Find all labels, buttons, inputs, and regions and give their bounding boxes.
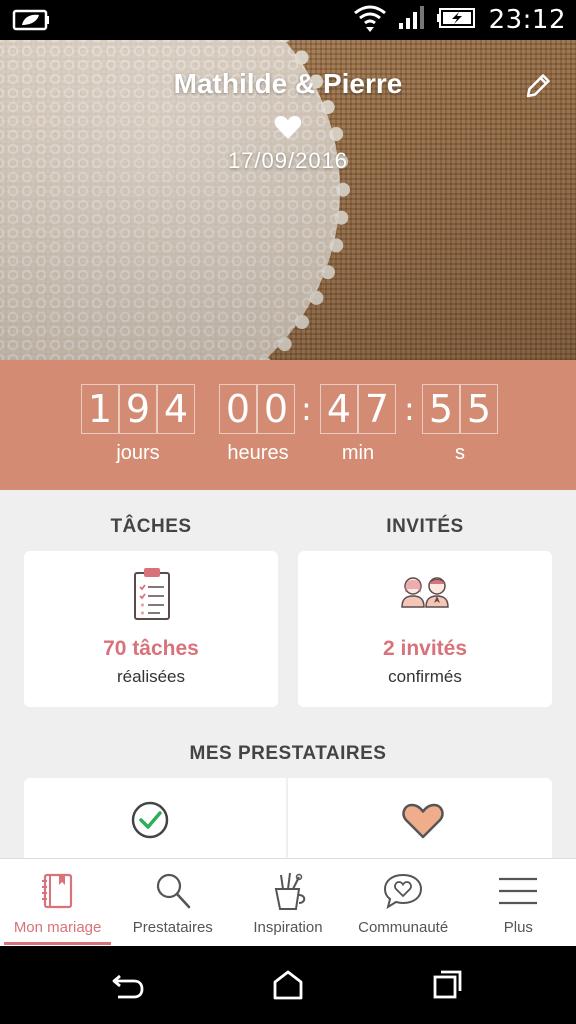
wifi-icon (353, 3, 387, 38)
nav-mon-mariage[interactable]: Mon mariage (0, 859, 115, 947)
nav-label: Inspiration (253, 919, 323, 936)
hours-label: heures (227, 442, 289, 464)
home-icon[interactable] (270, 968, 306, 1002)
back-icon[interactable] (110, 968, 146, 1002)
minutes-label: min (341, 442, 375, 464)
menu-icon (499, 877, 538, 905)
wedding-date: 17/09/2016 (227, 148, 349, 173)
tasks-title: TÂCHES (110, 516, 192, 537)
nav-prestataires[interactable]: Prestataires (115, 859, 230, 947)
chat-heart-icon (384, 873, 423, 910)
seconds-label: s (455, 442, 465, 464)
recent-apps-icon[interactable] (430, 968, 466, 1002)
notebook-icon (41, 873, 72, 909)
battery-saver-icon (12, 6, 52, 39)
favorite-vendors-card[interactable] (288, 778, 552, 868)
guests-status: confirmés (388, 667, 462, 686)
digit: 4 (320, 384, 358, 434)
signal-icon (397, 5, 427, 36)
nav-communaute[interactable]: Communauté (346, 859, 461, 947)
search-icon (156, 873, 191, 909)
check-circle-icon (131, 801, 169, 839)
digit: 5 (422, 384, 460, 434)
hours-digits: 0 0 (219, 384, 295, 436)
minutes-digits: 4 7 (320, 384, 396, 436)
digit: 0 (257, 384, 295, 434)
heart-icon (402, 803, 444, 839)
separator: : (301, 390, 312, 428)
guests-card[interactable]: 2 invités confirmés (298, 551, 552, 707)
heart-icon (274, 114, 302, 140)
pencil-icon (526, 74, 550, 98)
nav-label: Plus (503, 919, 533, 936)
screen: 23:12 Mathilde & Pierre 17/09/2016 1 9 4… (0, 0, 576, 1024)
battery-charging-icon (436, 6, 479, 35)
clock: 23:12 (488, 5, 566, 35)
status-bar: 23:12 (0, 0, 576, 40)
tasks-count: 70 tâches (103, 637, 199, 660)
couple-names: Mathilde & Pierre (173, 68, 403, 99)
wedding-countdown: 1 9 4 0 0 : 4 7 : 5 5 jours heures min s (0, 360, 576, 490)
days-digits: 1 9 4 (81, 384, 195, 436)
tasks-status: réalisées (116, 667, 186, 686)
guests-title: INVITÉS (386, 516, 464, 537)
system-navigation-bar (0, 946, 576, 1024)
nav-label: Mon mariage (13, 919, 102, 936)
couple-avatar-icon (401, 577, 449, 608)
nav-inspiration[interactable]: Inspiration (230, 859, 345, 947)
days-label: jours (116, 442, 160, 464)
edit-button[interactable] (520, 68, 556, 104)
guests-count: 2 invités (382, 637, 468, 660)
nav-plus[interactable]: Plus (461, 859, 576, 947)
seconds-digits: 5 5 (422, 384, 498, 436)
nav-label: Communauté (358, 919, 449, 936)
tasks-card[interactable]: 70 tâches réalisées (24, 551, 278, 707)
brushes-icon (274, 872, 306, 910)
nav-label: Prestataires (132, 919, 213, 936)
vendors-title: MES PRESTATAIRES (189, 743, 387, 764)
digit: 9 (119, 384, 157, 434)
digit: 4 (157, 384, 195, 434)
digit: 7 (358, 384, 396, 434)
clipboard-icon (134, 568, 170, 620)
separator: : (404, 390, 415, 428)
digit: 1 (81, 384, 119, 434)
digit: 0 (219, 384, 257, 434)
bottom-navigation: Mon mariage Prestataires Inspiration Com… (0, 858, 576, 946)
digit: 5 (460, 384, 498, 434)
booked-vendors-card[interactable] (24, 778, 286, 868)
